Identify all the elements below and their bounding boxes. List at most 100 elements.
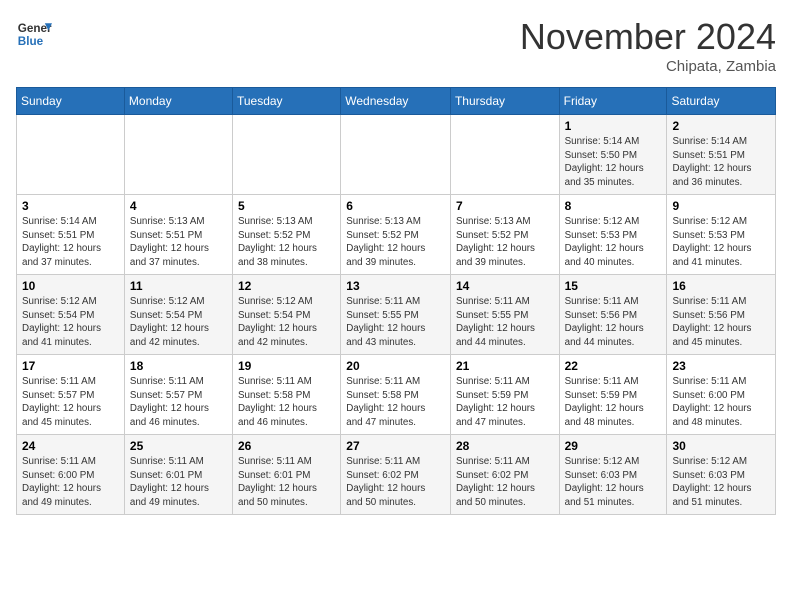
- day-info: Sunrise: 5:11 AM Sunset: 5:59 PM Dayligh…: [456, 375, 554, 430]
- day-cell: 29 Sunrise: 5:12 AM Sunset: 6:03 PM Dayli…: [559, 435, 667, 515]
- svg-text:Blue: Blue: [18, 35, 44, 48]
- day-number: 9: [672, 199, 770, 213]
- day-cell: 6 Sunrise: 5:13 AM Sunset: 5:52 PM Daylig…: [341, 195, 451, 275]
- day-number: 1: [565, 119, 662, 133]
- day-cell: 22 Sunrise: 5:11 AM Sunset: 5:59 PM Dayli…: [559, 355, 667, 435]
- day-number: 23: [672, 359, 770, 373]
- title-block: November 2024 Chipata, Zambia: [520, 16, 776, 75]
- day-number: 15: [565, 279, 662, 293]
- col-header-monday: Monday: [124, 88, 232, 115]
- day-cell: 18 Sunrise: 5:11 AM Sunset: 5:57 PM Dayli…: [124, 355, 232, 435]
- day-number: 5: [238, 199, 335, 213]
- week-row-1: 1 Sunrise: 5:14 AM Sunset: 5:50 PM Daylig…: [17, 115, 776, 195]
- day-info: Sunrise: 5:11 AM Sunset: 6:01 PM Dayligh…: [130, 455, 227, 510]
- day-cell: 12 Sunrise: 5:12 AM Sunset: 5:54 PM Dayli…: [232, 275, 340, 355]
- logo: General Blue: [16, 16, 52, 52]
- day-number: 18: [130, 359, 227, 373]
- day-number: 25: [130, 439, 227, 453]
- col-header-friday: Friday: [559, 88, 667, 115]
- day-cell: 4 Sunrise: 5:13 AM Sunset: 5:51 PM Daylig…: [124, 195, 232, 275]
- day-cell: 7Sunrise: 5:13 AM Sunset: 5:52 PM Daylig…: [450, 195, 559, 275]
- location: Chipata, Zambia: [520, 58, 776, 75]
- day-cell: [124, 115, 232, 195]
- day-cell: [450, 115, 559, 195]
- day-number: 22: [565, 359, 662, 373]
- day-cell: 1 Sunrise: 5:14 AM Sunset: 5:50 PM Daylig…: [559, 115, 667, 195]
- day-number: 3: [22, 199, 119, 213]
- day-cell: 30 Sunrise: 5:12 AM Sunset: 6:03 PM Dayli…: [667, 435, 776, 515]
- day-number: 30: [672, 439, 770, 453]
- day-info: Sunrise: 5:13 AM Sunset: 5:52 PM Dayligh…: [346, 215, 445, 270]
- day-cell: 26Sunrise: 5:11 AM Sunset: 6:01 PM Dayli…: [232, 435, 340, 515]
- col-header-wednesday: Wednesday: [341, 88, 451, 115]
- day-info: Sunrise: 5:12 AM Sunset: 6:03 PM Dayligh…: [565, 455, 662, 510]
- day-info: Sunrise: 5:12 AM Sunset: 6:03 PM Dayligh…: [672, 455, 770, 510]
- col-header-thursday: Thursday: [450, 88, 559, 115]
- day-info: Sunrise: 5:11 AM Sunset: 5:58 PM Dayligh…: [346, 375, 445, 430]
- day-number: 20: [346, 359, 445, 373]
- day-number: 19: [238, 359, 335, 373]
- day-cell: 15 Sunrise: 5:11 AM Sunset: 5:56 PM Dayli…: [559, 275, 667, 355]
- week-row-5: 24Sunrise: 5:11 AM Sunset: 6:00 PM Dayli…: [17, 435, 776, 515]
- day-cell: 23Sunrise: 5:11 AM Sunset: 6:00 PM Dayli…: [667, 355, 776, 435]
- day-info: Sunrise: 5:12 AM Sunset: 5:54 PM Dayligh…: [130, 295, 227, 350]
- day-info: Sunrise: 5:11 AM Sunset: 6:02 PM Dayligh…: [346, 455, 445, 510]
- col-header-sunday: Sunday: [17, 88, 125, 115]
- page-header: General Blue November 2024 Chipata, Zamb…: [16, 16, 776, 75]
- day-number: 8: [565, 199, 662, 213]
- day-cell: 8 Sunrise: 5:12 AM Sunset: 5:53 PM Daylig…: [559, 195, 667, 275]
- day-cell: 24Sunrise: 5:11 AM Sunset: 6:00 PM Dayli…: [17, 435, 125, 515]
- calendar-header-row: SundayMondayTuesdayWednesdayThursdayFrid…: [17, 88, 776, 115]
- day-info: Sunrise: 5:14 AM Sunset: 5:50 PM Dayligh…: [565, 135, 662, 190]
- day-info: Sunrise: 5:11 AM Sunset: 5:55 PM Dayligh…: [346, 295, 445, 350]
- day-cell: 11Sunrise: 5:12 AM Sunset: 5:54 PM Dayli…: [124, 275, 232, 355]
- day-info: Sunrise: 5:12 AM Sunset: 5:53 PM Dayligh…: [672, 215, 770, 270]
- day-cell: 25 Sunrise: 5:11 AM Sunset: 6:01 PM Dayli…: [124, 435, 232, 515]
- day-cell: 3 Sunrise: 5:14 AM Sunset: 5:51 PM Daylig…: [17, 195, 125, 275]
- calendar-table: SundayMondayTuesdayWednesdayThursdayFrid…: [16, 87, 776, 515]
- day-number: 12: [238, 279, 335, 293]
- day-cell: 19 Sunrise: 5:11 AM Sunset: 5:58 PM Dayli…: [232, 355, 340, 435]
- day-cell: 21 Sunrise: 5:11 AM Sunset: 5:59 PM Dayli…: [450, 355, 559, 435]
- day-cell: 17Sunrise: 5:11 AM Sunset: 5:57 PM Dayli…: [17, 355, 125, 435]
- day-info: Sunrise: 5:13 AM Sunset: 5:52 PM Dayligh…: [238, 215, 335, 270]
- day-number: 2: [672, 119, 770, 133]
- day-info: Sunrise: 5:11 AM Sunset: 5:56 PM Dayligh…: [565, 295, 662, 350]
- logo-icon: General Blue: [16, 16, 52, 52]
- day-info: Sunrise: 5:14 AM Sunset: 5:51 PM Dayligh…: [22, 215, 119, 270]
- day-cell: 10Sunrise: 5:12 AM Sunset: 5:54 PM Dayli…: [17, 275, 125, 355]
- day-number: 4: [130, 199, 227, 213]
- day-number: 29: [565, 439, 662, 453]
- day-number: 28: [456, 439, 554, 453]
- day-cell: 20 Sunrise: 5:11 AM Sunset: 5:58 PM Dayli…: [341, 355, 451, 435]
- day-number: 10: [22, 279, 119, 293]
- day-info: Sunrise: 5:12 AM Sunset: 5:53 PM Dayligh…: [565, 215, 662, 270]
- week-row-3: 10 Sunrise: 5:12 AM Sunset: 5:54 PM Dayli…: [17, 275, 776, 355]
- day-number: 13: [346, 279, 445, 293]
- day-cell: 5 Sunrise: 5:13 AM Sunset: 5:52 PM Daylig…: [232, 195, 340, 275]
- day-cell: [17, 115, 125, 195]
- day-info: Sunrise: 5:11 AM Sunset: 5:56 PM Dayligh…: [672, 295, 770, 350]
- day-info: Sunrise: 5:12 AM Sunset: 5:54 PM Dayligh…: [238, 295, 335, 350]
- day-cell: [341, 115, 451, 195]
- day-info: Sunrise: 5:11 AM Sunset: 5:58 PM Dayligh…: [238, 375, 335, 430]
- day-cell: [232, 115, 340, 195]
- month-title: November 2024: [520, 16, 776, 58]
- day-number: 6: [346, 199, 445, 213]
- day-cell: 14 Sunrise: 5:11 AM Sunset: 5:55 PM Dayli…: [450, 275, 559, 355]
- day-cell: 16Sunrise: 5:11 AM Sunset: 5:56 PM Dayli…: [667, 275, 776, 355]
- day-info: Sunrise: 5:13 AM Sunset: 5:52 PM Dayligh…: [456, 215, 554, 270]
- day-cell: 28Sunrise: 5:11 AM Sunset: 6:02 PM Dayli…: [450, 435, 559, 515]
- day-number: 14: [456, 279, 554, 293]
- day-info: Sunrise: 5:13 AM Sunset: 5:51 PM Dayligh…: [130, 215, 227, 270]
- day-number: 21: [456, 359, 554, 373]
- day-info: Sunrise: 5:11 AM Sunset: 5:57 PM Dayligh…: [22, 375, 119, 430]
- day-info: Sunrise: 5:11 AM Sunset: 6:01 PM Dayligh…: [238, 455, 335, 510]
- day-info: Sunrise: 5:11 AM Sunset: 5:55 PM Dayligh…: [456, 295, 554, 350]
- day-info: Sunrise: 5:14 AM Sunset: 5:51 PM Dayligh…: [672, 135, 770, 190]
- week-row-4: 17Sunrise: 5:11 AM Sunset: 5:57 PM Dayli…: [17, 355, 776, 435]
- day-info: Sunrise: 5:11 AM Sunset: 5:57 PM Dayligh…: [130, 375, 227, 430]
- day-cell: 27 Sunrise: 5:11 AM Sunset: 6:02 PM Dayli…: [341, 435, 451, 515]
- day-info: Sunrise: 5:11 AM Sunset: 5:59 PM Dayligh…: [565, 375, 662, 430]
- day-number: 27: [346, 439, 445, 453]
